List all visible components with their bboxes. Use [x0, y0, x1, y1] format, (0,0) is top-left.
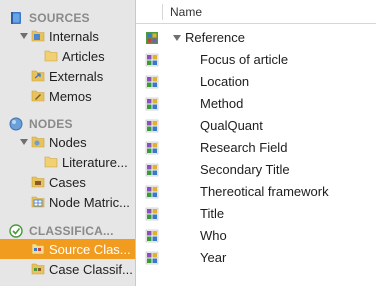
classification-list: Name Reference Focus of article Location M…: [136, 0, 376, 286]
nodes-circle-icon: [9, 117, 23, 131]
sidebar-item-cases[interactable]: Cases: [0, 172, 135, 192]
column-separator: [162, 4, 163, 20]
attribute-icon: [145, 185, 159, 199]
sidebar-item-case-classifications[interactable]: Case Classif...: [0, 259, 135, 279]
sources-section-header[interactable]: SOURCES: [0, 8, 135, 28]
list-item-attribute-label: Focus of article: [200, 52, 289, 67]
sidebar-item-node-matrices-label: Node Matric...: [49, 195, 130, 210]
sidebar-item-externals-label: Externals: [49, 69, 104, 84]
list-item-attribute[interactable]: Research Field: [136, 137, 376, 159]
list-item-attribute[interactable]: Focus of article: [136, 49, 376, 71]
list-item-attribute[interactable]: Thereotical framework: [136, 181, 376, 203]
list-item-attribute-label: Year: [200, 250, 227, 265]
classifications-icon: [9, 224, 23, 238]
memos-folder-icon: [31, 90, 45, 102]
list-item-attribute[interactable]: Location: [136, 71, 376, 93]
nodes-section-header[interactable]: NODES: [0, 114, 135, 134]
node-matrices-folder-icon: [31, 196, 45, 208]
column-header-name[interactable]: Name: [170, 5, 202, 19]
attribute-icon: [145, 53, 159, 67]
case-classifications-folder-icon: [31, 263, 45, 275]
sidebar-item-internals-label: Internals: [49, 29, 99, 44]
sidebar-item-articles[interactable]: Articles: [0, 46, 135, 66]
list-item-attribute[interactable]: Year: [136, 247, 376, 269]
list-item-attribute-label: QualQuant: [200, 118, 263, 133]
list-item-attribute-label: Method: [200, 96, 244, 111]
attribute-icon: [145, 141, 159, 155]
sidebar-item-cases-label: Cases: [49, 175, 86, 190]
disclosure-expanded-icon[interactable]: [172, 33, 182, 43]
attribute-icon: [145, 229, 159, 243]
attribute-icon: [145, 207, 159, 221]
attribute-icon: [145, 75, 159, 89]
internals-folder-icon: [31, 30, 45, 42]
attribute-icon: [145, 119, 159, 133]
disclosure-expanded-icon[interactable]: [19, 137, 29, 147]
sidebar: SOURCES Internals Articles Externals Mem…: [0, 0, 136, 286]
cases-folder-icon: [31, 176, 45, 188]
list-item-attribute-label: Location: [200, 74, 250, 89]
sources-header-label: SOURCES: [29, 11, 90, 25]
attribute-icon: [145, 251, 159, 265]
list-item-attribute-label: Thereotical framework: [200, 184, 329, 199]
sidebar-item-literature-label: Literature...: [62, 155, 128, 170]
sidebar-item-node-matrices[interactable]: Node Matric...: [0, 192, 135, 212]
sidebar-item-nodes[interactable]: Nodes: [0, 132, 135, 152]
list-item-attribute[interactable]: Secondary Title: [136, 159, 376, 181]
externals-folder-icon: [31, 70, 45, 82]
sidebar-item-source-classifications-label: Source Clas...: [49, 242, 131, 257]
sidebar-item-memos[interactable]: Memos: [0, 86, 135, 106]
sidebar-item-internals[interactable]: Internals: [0, 26, 135, 46]
classifications-section-header[interactable]: CLASSIFICA...: [0, 221, 135, 241]
sidebar-item-memos-label: Memos: [49, 89, 92, 104]
list-item-attribute[interactable]: Title: [136, 203, 376, 225]
list-item-reference[interactable]: Reference: [136, 27, 376, 49]
list-item-attribute-label: Who: [200, 228, 227, 243]
column-header[interactable]: Name: [136, 0, 376, 24]
list-item-attribute-label: Research Field: [200, 140, 288, 155]
nodes-folder-icon: [31, 136, 45, 148]
attribute-icon: [145, 97, 159, 111]
sidebar-item-externals[interactable]: Externals: [0, 66, 135, 86]
sidebar-item-source-classifications[interactable]: Source Clas...: [0, 239, 135, 259]
literature-folder-icon: [44, 156, 58, 168]
sidebar-item-nodes-label: Nodes: [49, 135, 87, 150]
list-item-reference-label: Reference: [185, 30, 245, 45]
classifications-header-label: CLASSIFICA...: [29, 224, 114, 238]
list-item-attribute-label: Secondary Title: [200, 162, 290, 177]
sidebar-item-case-classifications-label: Case Classif...: [49, 262, 133, 277]
disclosure-expanded-icon[interactable]: [19, 31, 29, 41]
list-item-attribute[interactable]: Who: [136, 225, 376, 247]
list-item-attribute[interactable]: QualQuant: [136, 115, 376, 137]
sidebar-item-articles-label: Articles: [62, 49, 105, 64]
source-classifications-folder-icon: [31, 243, 45, 255]
classification-root-icon: [146, 32, 158, 44]
sidebar-item-literature[interactable]: Literature...: [0, 152, 135, 172]
attribute-icon: [145, 163, 159, 177]
list-item-attribute[interactable]: Method: [136, 93, 376, 115]
nodes-header-label: NODES: [29, 117, 73, 131]
sources-book-icon: [11, 12, 21, 24]
list-item-attribute-label: Title: [200, 206, 225, 221]
articles-folder-icon: [44, 50, 58, 62]
